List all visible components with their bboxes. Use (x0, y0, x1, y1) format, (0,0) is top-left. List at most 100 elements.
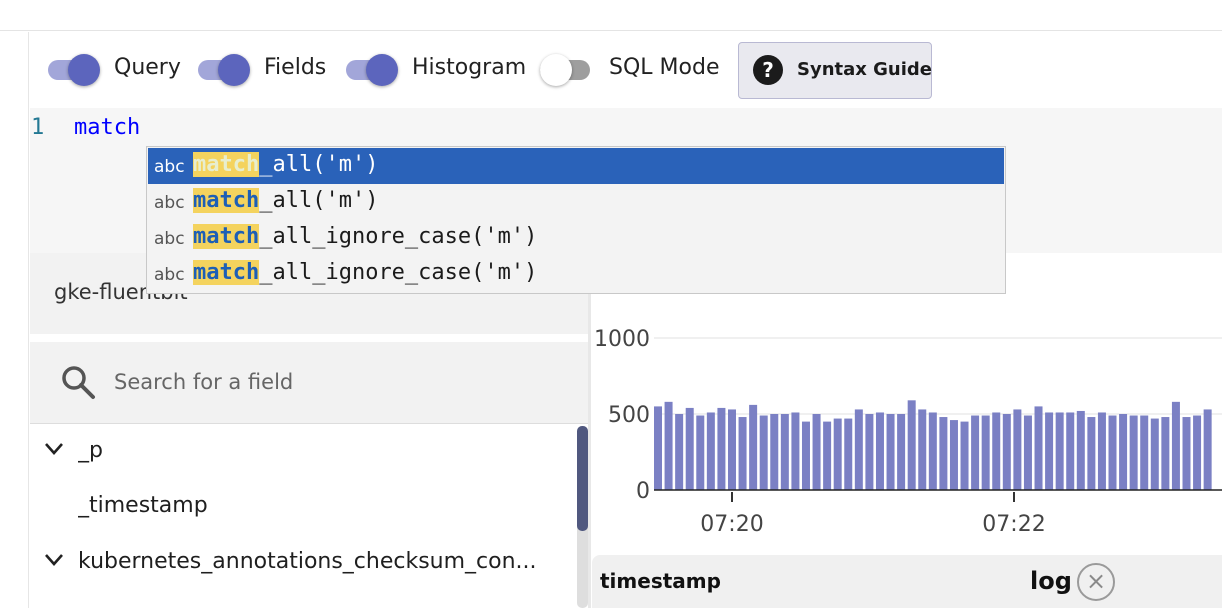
histogram-bar (654, 406, 662, 490)
histogram-bar (823, 421, 832, 490)
histogram-bar (833, 418, 842, 490)
histogram-bar (992, 412, 1001, 490)
text-kind-icon: abc (154, 193, 185, 213)
suggestion-item[interactable]: abc match_all('m') (148, 148, 1004, 184)
suggestion-item[interactable]: abc match_all_ignore_case('m') (148, 256, 1004, 292)
suggestion-match-highlight: match (193, 188, 260, 213)
column-header-log[interactable]: log (1030, 567, 1072, 595)
column-header-timestamp[interactable]: timestamp (600, 569, 721, 593)
line-number: 1 (31, 115, 45, 140)
close-icon[interactable]: × (1077, 563, 1115, 601)
y-tick-label: 1000 (594, 327, 650, 352)
histogram-bar (981, 415, 990, 490)
field-search (30, 342, 588, 424)
histogram-bar (1055, 412, 1064, 490)
text-kind-icon: abc (154, 265, 185, 285)
histogram-bar (696, 415, 705, 490)
histogram-bar (949, 420, 958, 490)
field-list: _p _timestamp kubernetes_annotations_che… (30, 424, 588, 608)
histogram-bar (759, 415, 768, 490)
histogram-bar (928, 412, 937, 490)
histogram-bar (1182, 417, 1191, 490)
histogram-bar (1023, 415, 1032, 490)
histogram-bar (1013, 409, 1022, 490)
suggestion-text: match_all('m') (193, 188, 378, 213)
x-tick-label: 07:22 (982, 512, 1045, 537)
suggestion-match-highlight: match (193, 224, 260, 249)
suggestion-item[interactable]: abc match_all_ignore_case('m') (148, 220, 1004, 256)
histogram-bar (749, 404, 758, 490)
histogram-bar (770, 414, 779, 490)
suggestion-text: match_all_ignore_case('m') (193, 224, 537, 249)
histogram-bar (675, 414, 684, 490)
histogram-bar (1150, 418, 1159, 490)
autocomplete-suggestions: abc match_all('m') abc match_all('m') ab… (146, 146, 1006, 294)
histogram-bar (1203, 409, 1212, 490)
histogram-bar (1002, 414, 1011, 490)
suggestion-rest: _all_ignore_case('m') (259, 260, 538, 285)
field-row[interactable]: _timestamp (30, 481, 570, 531)
suggestion-match-highlight: match (193, 260, 260, 285)
toggle-knob (540, 54, 572, 86)
histogram-bar (897, 414, 906, 490)
histogram-chart[interactable]: 0 500 1000 07:20 07:22 (591, 253, 1222, 553)
suggestion-rest: _all('m') (259, 152, 379, 177)
histogram-bar (886, 414, 895, 490)
text-kind-icon: abc (154, 157, 185, 177)
top-bar (0, 0, 1222, 31)
histogram-bar (854, 409, 863, 490)
field-group-row[interactable]: _p (30, 426, 570, 476)
histogram-bar (939, 417, 948, 490)
histogram-bar (1066, 412, 1075, 490)
histogram-bar (717, 407, 726, 490)
histogram-bar (664, 401, 673, 490)
field-label: _timestamp (78, 493, 208, 518)
field-search-input[interactable] (114, 366, 554, 398)
sql-mode-toggle-label: SQL Mode (609, 55, 720, 80)
histogram-bar (1045, 412, 1054, 490)
histogram-panel: 0 500 1000 07:20 07:22 (591, 253, 1222, 553)
suggestion-item[interactable]: abc match_all('m') (148, 184, 1004, 220)
histogram-bar (791, 412, 800, 490)
field-group-row[interactable]: kubernetes_annotations_checksum_con... (30, 537, 570, 587)
histogram-bar (918, 409, 927, 490)
histogram-bar (706, 412, 715, 490)
histogram-bar (1171, 401, 1180, 490)
histogram-bar (780, 414, 789, 490)
field-label: _p (78, 438, 103, 463)
histogram-bar (1097, 412, 1106, 490)
histogram-bar (865, 414, 874, 490)
fields-toggle-label: Fields (264, 55, 327, 80)
histogram-bar (1193, 415, 1202, 490)
histogram-bar (1087, 417, 1096, 490)
suggestion-match-highlight: match (193, 152, 260, 177)
syntax-guide-button[interactable]: ? Syntax Guide (738, 42, 932, 99)
histogram-bar (907, 400, 916, 490)
suggestion-rest: _all('m') (259, 188, 379, 213)
question-icon: ? (753, 55, 783, 85)
chevron-down-icon (45, 554, 63, 566)
histogram-bar (812, 414, 821, 490)
histogram-bar (727, 409, 736, 490)
histogram-bar (960, 421, 969, 490)
histogram-bar (1076, 410, 1085, 490)
histogram-bar (1119, 414, 1128, 490)
histogram-bar (844, 418, 853, 490)
histogram-bar (1108, 415, 1117, 490)
query-toggle-label: Query (114, 55, 181, 80)
left-nav-strip (0, 32, 29, 608)
scrollbar-thumb[interactable] (577, 426, 588, 531)
toggle-knob (68, 54, 100, 86)
query-code[interactable]: match (74, 115, 140, 140)
results-table-header: timestamp log × (592, 555, 1222, 608)
suggestion-rest: _all_ignore_case('m') (259, 224, 538, 249)
toggle-knob (366, 54, 398, 86)
syntax-guide-label: Syntax Guide (797, 59, 932, 80)
histogram-bar (971, 415, 980, 490)
y-tick-label: 0 (636, 479, 650, 504)
x-tick-label: 07:20 (700, 512, 763, 537)
histogram-bar (1129, 415, 1138, 490)
histogram-toggle-label: Histogram (412, 55, 527, 80)
histogram-bar (801, 421, 810, 490)
suggestion-text: match_all_ignore_case('m') (193, 260, 537, 285)
